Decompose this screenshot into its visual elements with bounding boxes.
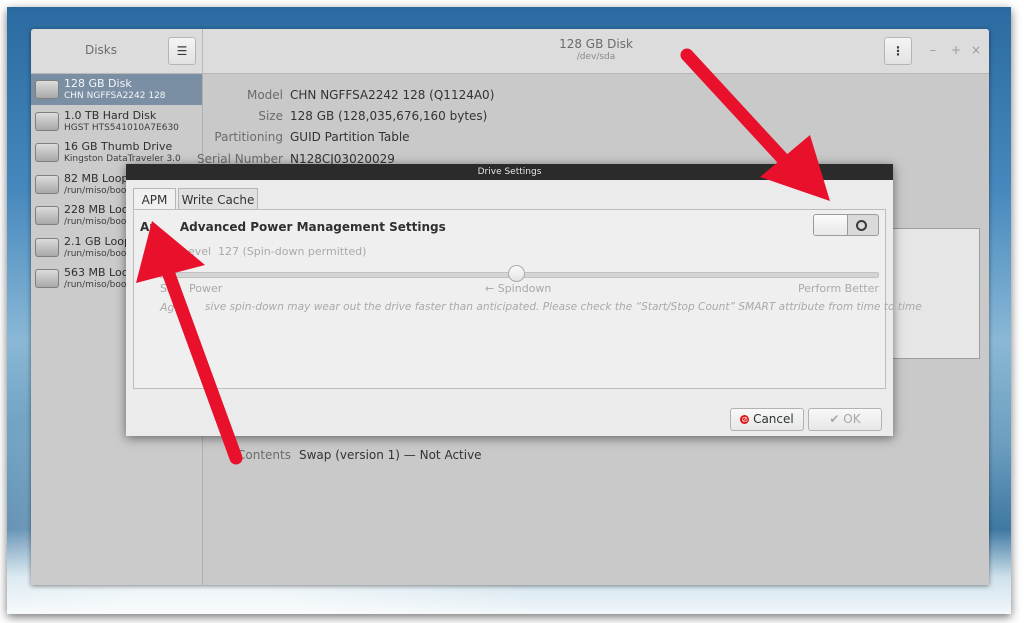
contents-value: Swap (version 1) — Not Active xyxy=(299,448,482,462)
device-subtitle: Kingston DataTraveler 3.0 xyxy=(64,154,181,164)
maximize-button[interactable]: + xyxy=(951,43,961,57)
drive-options-button[interactable]: ⋮ xyxy=(884,37,912,65)
loop-device-icon xyxy=(35,175,59,194)
device-name: 2.1 GB Loop xyxy=(64,235,131,248)
contents-label: Contents xyxy=(237,448,291,462)
device-subtitle: /run/miso/boo xyxy=(64,217,127,227)
screenshot-frame: Disks ☰ 128 GB Disk /dev/sda ⋮ – + × 128… xyxy=(7,7,1011,614)
device-name: 563 MB Loop xyxy=(64,266,136,279)
usb-drive-icon xyxy=(35,143,59,162)
device-subtitle: CHN NGFFSA2242 128 xyxy=(64,91,166,101)
cancel-label: Cancel xyxy=(753,412,794,426)
apm-warning-prefix: Ag xyxy=(160,301,175,314)
apm-slider-handle[interactable] xyxy=(508,265,525,282)
sidebar-header: Disks ☰ xyxy=(31,29,203,74)
device-subtitle: /run/miso/boo xyxy=(64,280,127,290)
loop-device-icon xyxy=(35,269,59,288)
device-subtitle: /run/miso/boo xyxy=(64,186,127,196)
apm-heading-text: Advanced Power Management Settings xyxy=(179,220,446,234)
hamburger-icon: ☰ xyxy=(176,44,188,58)
save-power-label-end: Power xyxy=(189,282,223,295)
device-name: 228 MB Loop xyxy=(64,203,136,216)
cancel-button[interactable]: ⊘ Cancel xyxy=(730,408,804,431)
toggle-off-icon xyxy=(856,220,867,231)
tab-apm[interactable]: APM xyxy=(133,188,176,211)
device-name: 82 MB Loop xyxy=(64,172,129,185)
device-subtitle: /run/miso/boo xyxy=(64,249,127,259)
device-name: 16 GB Thumb Drive xyxy=(64,140,173,153)
save-power-label-start: Sa xyxy=(160,282,174,295)
cancel-icon: ⊘ xyxy=(740,415,750,424)
size-label: Size xyxy=(258,109,283,123)
perform-better-label: Perform Better xyxy=(798,282,879,295)
apm-warning-text: sive spin-down may wear out the drive fa… xyxy=(205,301,922,313)
apm-level-value: 127 (Spin-down permitted) xyxy=(218,245,367,258)
ssd-drive-icon xyxy=(35,80,59,99)
toggle-knob xyxy=(814,215,848,235)
drive-settings-dialog: Drive Settings APM Write Cache Ap Advance… xyxy=(126,164,922,436)
apm-toggle-switch[interactable] xyxy=(813,214,879,236)
hard-disk-icon xyxy=(35,112,59,131)
size-value: 128 GB (128,035,676,160 bytes) xyxy=(290,109,488,123)
apm-level-label: evel xyxy=(188,245,212,258)
main-header: 128 GB Disk /dev/sda ⋮ – + × xyxy=(203,29,989,74)
device-subtitle: HGST HTS541010A7E630 xyxy=(64,123,179,133)
vertical-dots-icon: ⋮ xyxy=(892,44,904,58)
loop-device-icon xyxy=(35,238,59,257)
close-button[interactable]: × xyxy=(971,43,981,57)
minimize-button[interactable]: – xyxy=(930,43,936,57)
device-name: 1.0 TB Hard Disk xyxy=(64,109,157,122)
apm-panel xyxy=(133,209,886,389)
dialog-title: Drive Settings xyxy=(126,164,893,180)
partitioning-value: GUID Partition Table xyxy=(290,130,410,144)
device-name: 128 GB Disk xyxy=(64,77,132,90)
model-label: Model xyxy=(246,88,283,102)
sidebar-title: Disks xyxy=(84,43,118,57)
ok-label: OK xyxy=(843,412,861,426)
apm-heading: Ap Advanced Power Management Settings xyxy=(140,220,446,234)
menu-button[interactable]: ☰ xyxy=(168,37,196,65)
model-value: CHN NGFFSA2242 128 (Q1124A0) xyxy=(290,88,495,102)
disk-path: /dev/sda xyxy=(576,52,616,62)
apm-heading-prefix: Ap xyxy=(140,220,158,234)
tab-write-cache[interactable]: Write Cache xyxy=(178,188,258,210)
partitioning-label: Partitioning xyxy=(214,130,283,144)
checkmark-icon: ✔ xyxy=(829,412,840,426)
loop-device-icon xyxy=(35,206,59,225)
ok-button[interactable]: ✔ OK xyxy=(808,408,882,431)
spindown-label: ← Spindown xyxy=(485,282,552,295)
disk-title: 128 GB Disk xyxy=(559,37,633,51)
